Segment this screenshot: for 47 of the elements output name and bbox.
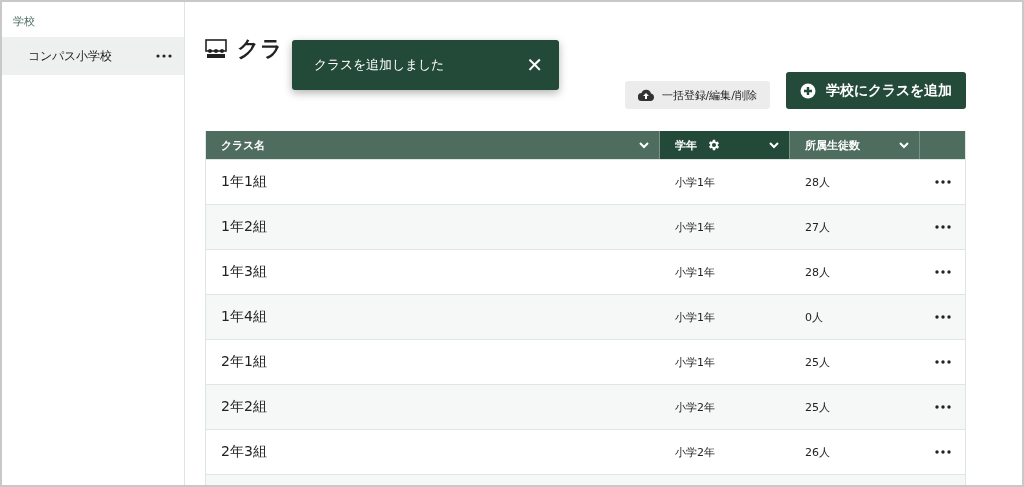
class-name-cell-text: 2年1組 <box>220 352 268 371</box>
plus-icon <box>800 82 816 99</box>
more-icon[interactable] <box>935 405 951 409</box>
student-count-cell-text: 27人 <box>804 219 831 236</box>
column-label: クラス名 <box>221 137 265 153</box>
more-icon[interactable] <box>935 225 951 229</box>
toast-message: クラスを追加しました <box>314 56 444 74</box>
section-label: 学校 <box>12 14 36 30</box>
column-label: 学年 <box>675 137 697 153</box>
class-name-cell-text: 1年1組 <box>220 172 268 191</box>
grade-cell-text: 小学1年 <box>674 354 716 371</box>
grade-cell-text: 小学1年 <box>674 264 716 281</box>
bulk-edit-button[interactable]: 一括登録/編集/削除 <box>624 81 770 109</box>
page-title: クラ <box>237 35 283 63</box>
more-icon[interactable] <box>935 315 951 319</box>
class-name-cell-text: 2年3組 <box>220 442 268 461</box>
grade-cell-text: 小学1年 <box>674 219 716 236</box>
student-count-cell-text: 26人 <box>804 444 831 461</box>
more-icon[interactable] <box>156 54 172 58</box>
sidebar-item[interactable]: コンパス小学校 <box>2 37 184 75</box>
more-icon[interactable] <box>935 270 951 274</box>
grade-cell-text: 小学1年 <box>674 174 716 191</box>
student-count-cell-text: 25人 <box>804 399 831 416</box>
student-count-cell-text: 0人 <box>804 309 824 326</box>
column-header[interactable]: 学年 <box>660 131 790 159</box>
chevron-down-icon[interactable] <box>639 141 649 149</box>
chevron-down-icon[interactable] <box>899 141 909 149</box>
column-label: 所属生徒数 <box>805 137 860 153</box>
chevron-down-icon[interactable] <box>769 141 779 149</box>
grade-cell-text: 小学2年 <box>674 444 716 461</box>
more-icon[interactable] <box>935 360 951 364</box>
student-count-cell-text: 25人 <box>804 354 831 371</box>
class-name-cell-text: 1年2組 <box>220 217 268 236</box>
more-icon[interactable] <box>935 450 951 454</box>
class-name-cell-text: 1年3組 <box>220 262 268 281</box>
student-count-cell-text: 28人 <box>804 174 831 191</box>
class-name-cell-text: 1年4組 <box>220 307 268 326</box>
cloud-upload-icon <box>637 89 654 101</box>
more-icon[interactable] <box>935 180 951 184</box>
student-count-cell-text: 28人 <box>804 264 831 281</box>
grade-cell-text: 小学1年 <box>674 309 716 326</box>
class-name-cell-text: 2年2組 <box>220 397 268 416</box>
close-button[interactable]: ✕ <box>524 53 545 77</box>
classroom-icon <box>205 39 227 59</box>
settings-icon[interactable] <box>707 138 721 152</box>
add-class-button[interactable]: 学校にクラスを追加 <box>786 72 966 109</box>
grade-cell-text: 小学2年 <box>674 399 716 416</box>
